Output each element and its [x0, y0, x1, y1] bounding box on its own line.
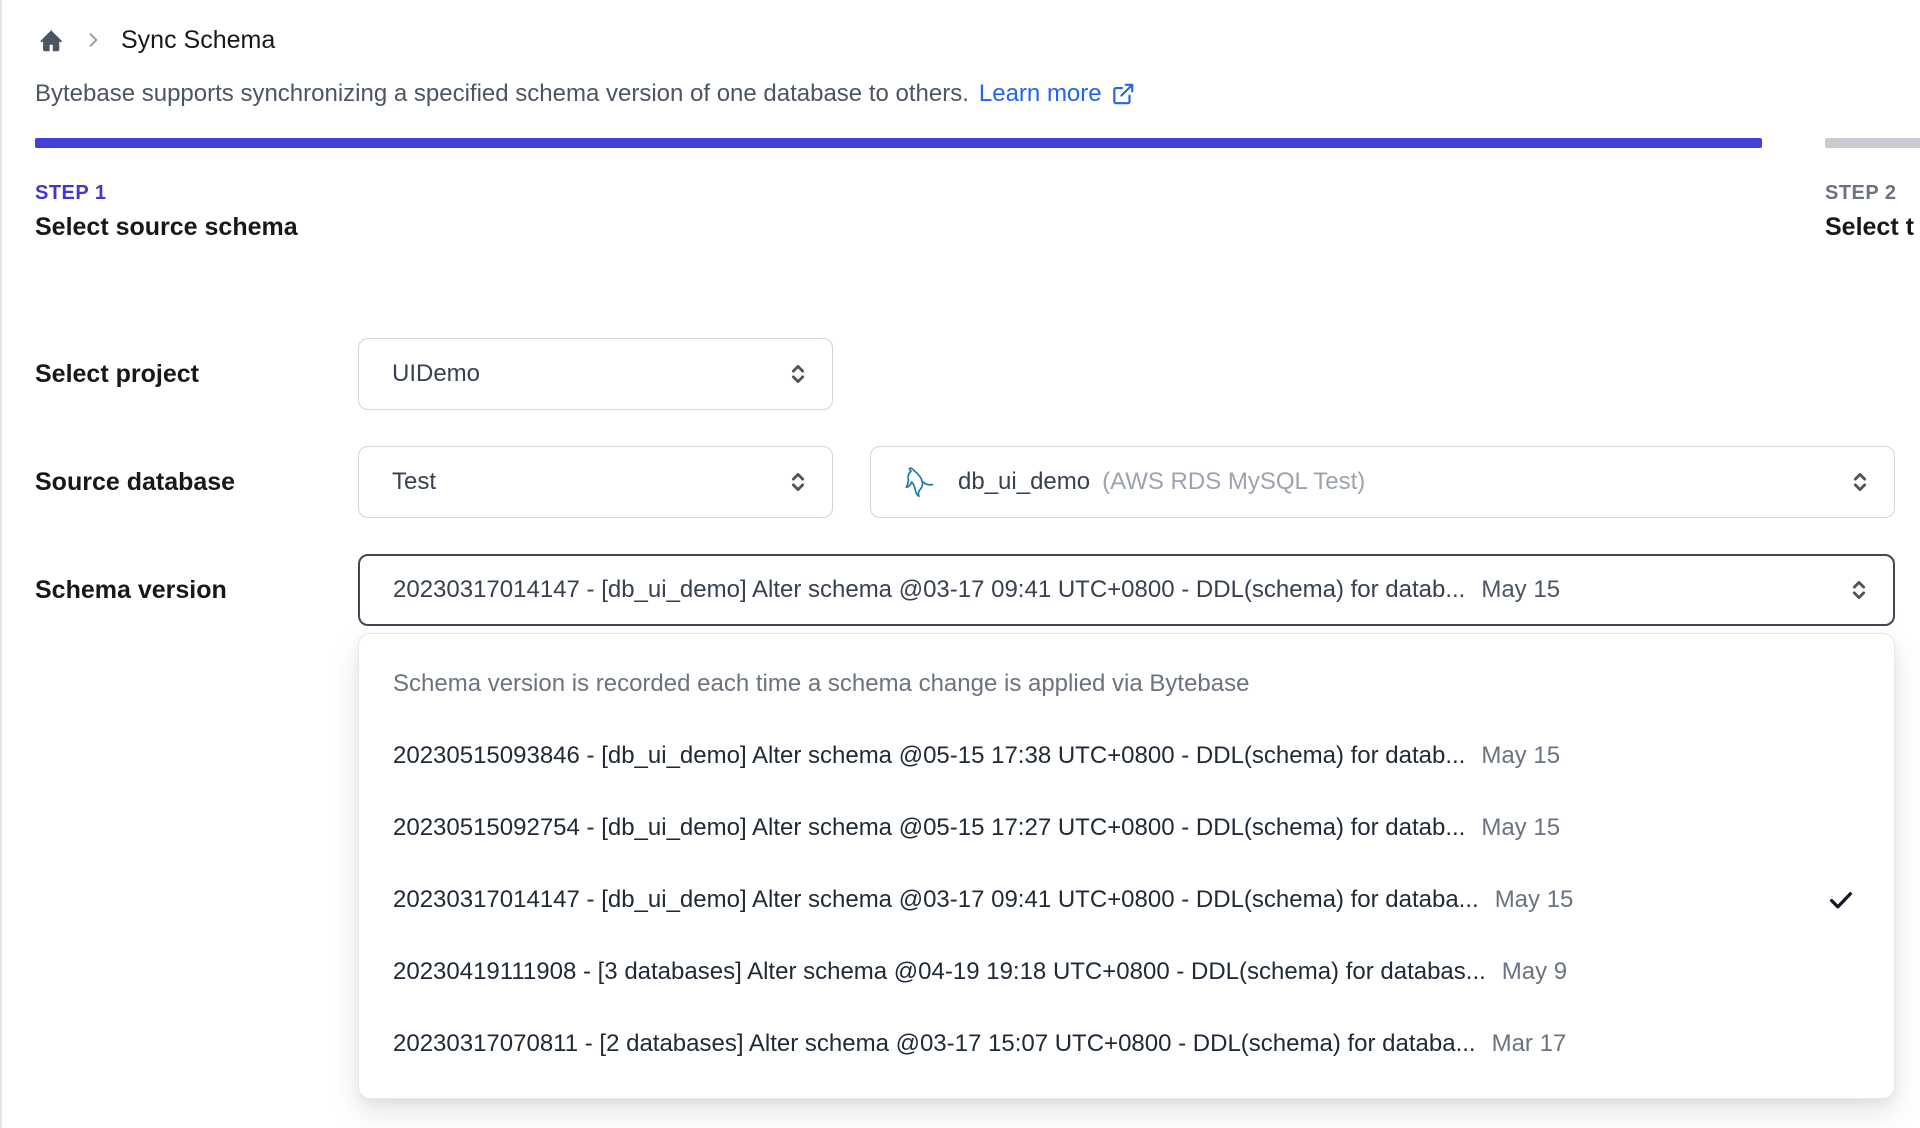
- step-1-title: Select source schema: [35, 213, 298, 241]
- option-date: May 15: [1481, 814, 1561, 841]
- option-text: 20230515092754 - [db_ui_demo] Alter sche…: [393, 814, 1466, 841]
- page-title: Sync Schema: [121, 25, 276, 54]
- database-select[interactable]: db_ui_demo (AWS RDS MySQL Test): [870, 446, 1895, 518]
- schema-version-option[interactable]: 20230515092754 - [db_ui_demo] Alter sche…: [359, 792, 1894, 864]
- project-select[interactable]: UIDemo: [358, 338, 833, 410]
- step-1: STEP 1 Select source schema: [35, 138, 1762, 242]
- sync-schema-page: Sync Schema Bytebase supports synchroniz…: [2, 0, 1920, 1128]
- schema-version-dropdown: Schema version is recorded each time a s…: [358, 633, 1895, 1099]
- option-date: May 15: [1494, 886, 1574, 913]
- project-select-value: UIDemo: [392, 360, 481, 387]
- schema-version-option[interactable]: 20230515093846 - [db_ui_demo] Alter sche…: [359, 720, 1894, 792]
- schema-version-hint: Schema version is recorded each time a s…: [393, 670, 1250, 697]
- chevron-up-down-icon: [784, 360, 812, 388]
- breadcrumb: Sync Schema: [35, 22, 1920, 58]
- external-link-icon[interactable]: [1110, 81, 1136, 107]
- schema-version-select[interactable]: 20230317014147 - [db_ui_demo] Alter sche…: [358, 554, 1895, 626]
- intro-line: Bytebase supports synchronizing a specif…: [35, 80, 1920, 108]
- step-1-progress-bar: [35, 138, 1762, 148]
- step-1-label: STEP 1: [35, 182, 107, 204]
- option-date: May 15: [1481, 742, 1561, 769]
- option-text: 20230515093846 - [db_ui_demo] Alter sche…: [393, 742, 1466, 769]
- step-2-progress-bar: [1825, 138, 1920, 148]
- chevron-up-down-icon: [784, 468, 812, 496]
- database-select-name: db_ui_demo: [958, 468, 1091, 495]
- chevron-up-down-icon: [1845, 576, 1873, 604]
- steps: STEP 1 Select source schema STEP 2 Selec…: [35, 138, 1920, 242]
- option-date: May 9: [1501, 958, 1568, 985]
- learn-more-link[interactable]: Learn more: [979, 80, 1102, 108]
- option-text: 20230317070811 - [2 databases] Alter sch…: [393, 1030, 1476, 1057]
- project-label: Select project: [35, 359, 199, 388]
- option-date: Mar 17: [1491, 1030, 1567, 1057]
- intro-text: Bytebase supports synchronizing a specif…: [35, 80, 969, 107]
- step-2-label: STEP 2: [1825, 182, 1897, 204]
- mysql-icon: [904, 465, 942, 499]
- schema-version-select-date: May 15: [1481, 576, 1561, 603]
- schema-version-label: Schema version: [35, 575, 227, 604]
- schema-version-option[interactable]: 20230317070811 - [2 databases] Alter sch…: [359, 1008, 1894, 1080]
- schema-version-option[interactable]: 20230419111908 - [3 databases] Alter sch…: [359, 936, 1894, 1008]
- chevron-right-icon: [83, 30, 103, 50]
- step-2: STEP 2 Select t: [1825, 138, 1920, 242]
- database-select-detail: (AWS RDS MySQL Test): [1102, 468, 1366, 495]
- environment-select[interactable]: Test: [358, 446, 833, 518]
- project-row: Select project UIDemo: [35, 338, 1920, 410]
- home-icon[interactable]: [35, 25, 65, 55]
- source-schema-form: Select project UIDemo Source database Te…: [35, 338, 1920, 1099]
- schema-version-select-value: 20230317014147 - [db_ui_demo] Alter sche…: [393, 576, 1466, 603]
- chevron-up-down-icon: [1846, 468, 1874, 496]
- option-text: 20230419111908 - [3 databases] Alter sch…: [393, 958, 1486, 985]
- source-database-label: Source database: [35, 467, 236, 496]
- step-2-title: Select t: [1825, 213, 1914, 241]
- schema-version-row: Schema version 20230317014147 - [db_ui_d…: [35, 554, 1920, 626]
- check-icon: [1826, 885, 1856, 915]
- source-database-row: Source database Test db_ui_demo (AWS RDS…: [35, 446, 1920, 518]
- schema-version-option-selected[interactable]: 20230317014147 - [db_ui_demo] Alter sche…: [359, 864, 1894, 936]
- option-text: 20230317014147 - [db_ui_demo] Alter sche…: [393, 886, 1479, 913]
- environment-select-value: Test: [392, 468, 437, 495]
